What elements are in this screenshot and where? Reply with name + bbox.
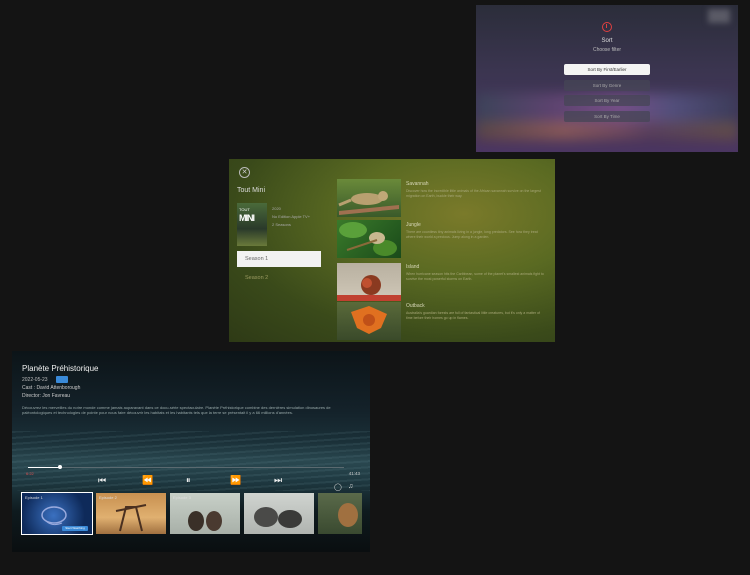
close-icon[interactable]: ✕	[239, 167, 250, 178]
sort-title: Sort	[601, 38, 613, 44]
mammoths-image	[254, 507, 302, 528]
ocean-background	[12, 431, 370, 491]
episode-thumbnail[interactable]	[337, 220, 401, 258]
pause-icon[interactable]: ⏸	[186, 475, 191, 485]
episode-title: Jungle	[406, 222, 421, 228]
jungle-image	[339, 222, 397, 256]
episode-description: When hurricane season hits the Caribbean…	[406, 272, 544, 281]
release-date: 2022-05-23	[22, 377, 48, 383]
episode-label: Episode 1	[25, 495, 43, 500]
episode-thumbnail-3[interactable]: Episode 3	[170, 493, 240, 534]
series-title: Tout Mini	[237, 187, 266, 194]
sort-subtitle: Choose filter	[592, 47, 622, 53]
episode-title: Outback	[406, 303, 425, 309]
sort-alert-icon	[602, 22, 612, 32]
video-player-panel: Planète Préhistorique 2022-05-23 Cast : …	[12, 351, 370, 552]
episode-thumbnail[interactable]	[337, 179, 401, 217]
video-title: Planète Préhistorique	[22, 364, 99, 373]
episode-thumbnail-4[interactable]	[244, 493, 314, 534]
season-tab-1[interactable]: Season 1	[237, 251, 321, 267]
cast-line: Cast : David Attenborough	[22, 385, 81, 391]
skip-next-icon[interactable]: ⏭	[274, 475, 282, 485]
subtitles-icon[interactable]: ◯	[334, 483, 342, 491]
time-elapsed: 6:22	[26, 471, 34, 476]
episode-title: Island	[406, 264, 420, 270]
episode-thumbnail-1[interactable]: Episode 1 Start Watching	[21, 492, 93, 535]
sort-option-time[interactable]: Sort By Time	[564, 111, 650, 122]
poster-logo-text: MINI	[239, 213, 255, 223]
series-season-count: 2 Seasons	[272, 222, 291, 227]
fast-forward-icon[interactable]: ⏩	[230, 475, 241, 485]
creature-image	[338, 503, 358, 527]
time-total: 41:43	[348, 471, 360, 476]
episode-description: There are countless tiny animals living …	[406, 230, 538, 239]
episode-description: Discover how the incredible little anima…	[406, 189, 541, 198]
blurred-background-row	[476, 121, 738, 141]
rewind-icon[interactable]: ⏪	[142, 475, 153, 485]
series-detail-panel: ✕ Tout Mini TOUT MINI 2020 No Edition Ap…	[229, 159, 555, 342]
sort-panel: Sort Choose filter Sort By First/Earlier…	[476, 5, 738, 152]
lizard-image	[338, 191, 399, 215]
progress-handle[interactable]	[58, 465, 62, 469]
series-year: 2020	[272, 206, 281, 211]
episode-thumbnail-5[interactable]	[318, 493, 362, 534]
episode-thumbnail[interactable]	[337, 263, 401, 301]
sort-option-genre[interactable]: Sort By Genre	[564, 80, 650, 91]
sort-option-year[interactable]: Sort By Year	[564, 95, 650, 106]
sort-option-first-earlier[interactable]: Sort By First/Earlier	[564, 64, 650, 75]
season-tab-2[interactable]: Season 2	[237, 270, 321, 286]
episode-thumbnail[interactable]	[337, 302, 401, 340]
start-watching-button[interactable]: Start Watching	[62, 526, 88, 531]
director-line: Director: Jon Favreau	[22, 393, 71, 399]
series-poster: TOUT MINI	[237, 203, 267, 246]
skip-previous-icon[interactable]: ⏮	[98, 475, 106, 485]
crab-image	[337, 275, 401, 301]
progress-fill	[28, 467, 60, 468]
rating-badge	[56, 376, 68, 383]
video-description: Découvrez les merveilles du notre monde …	[22, 405, 331, 415]
episode-description: Australia's guardian forests are full of…	[406, 311, 541, 320]
series-edition: No Edition Apple TV+	[272, 214, 311, 219]
blurred-background-corner	[708, 9, 730, 23]
episode-label: Episode 2	[99, 495, 117, 500]
frilled-lizard-image	[351, 306, 387, 334]
episode-label: Episode 3	[173, 495, 191, 500]
episode-thumbnail-2[interactable]: Episode 2	[96, 493, 166, 534]
progress-track[interactable]	[28, 467, 344, 468]
episode-title: Savannah	[406, 181, 429, 187]
music-note-icon[interactable]: ♫	[348, 483, 353, 490]
poster-top-text: TOUT	[239, 207, 250, 212]
